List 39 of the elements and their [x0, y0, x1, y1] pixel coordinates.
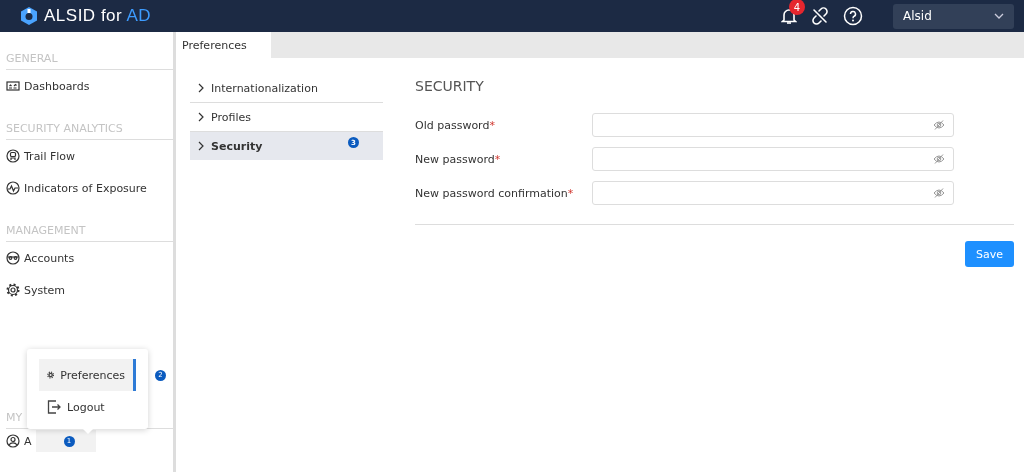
chevron-right-icon — [198, 112, 204, 122]
section-heading: MANAGEMENT — [6, 204, 173, 242]
section-heading: SECURITY ANALYTICS — [6, 102, 173, 140]
sidebar-item[interactable]: A — [24, 434, 32, 448]
notification-count: 4 — [789, 0, 805, 15]
pulse-icon — [6, 181, 20, 195]
tab[interactable]: Preferences — [176, 32, 271, 58]
eye-off-icon[interactable] — [933, 188, 945, 198]
user-icon — [6, 434, 20, 448]
sidebar-item[interactable]: Trail Flow — [24, 149, 76, 163]
sidebar-item[interactable]: Indicators of Exposure — [24, 181, 147, 195]
eye-off-icon[interactable] — [933, 154, 945, 164]
password-field[interactable] — [592, 113, 954, 137]
chevron-right-icon — [198, 83, 204, 93]
password-field[interactable] — [592, 147, 954, 171]
menu-item[interactable]: Preferences — [39, 359, 133, 391]
section-title: SECURITY — [415, 78, 485, 94]
sidebar-item[interactable]: System — [24, 283, 66, 297]
chevron-right-icon — [198, 141, 204, 151]
sidebar-item[interactable]: Dashboards — [24, 79, 90, 93]
help-icon[interactable] — [843, 6, 863, 26]
chevron-down-icon — [994, 13, 1004, 19]
highlight-bar — [133, 359, 136, 391]
preferences-menu-item[interactable]: Internationalization — [190, 74, 383, 103]
dashboard-icon — [6, 79, 20, 93]
broken-link-icon[interactable] — [811, 7, 829, 25]
logout-icon — [47, 400, 61, 414]
field-label: Old password* — [415, 118, 496, 132]
section-heading: GENERAL — [6, 32, 173, 70]
brand-name: ALSID for AD — [44, 6, 152, 26]
logo-icon — [20, 6, 38, 26]
sidebar-item[interactable]: Accounts — [24, 251, 75, 265]
password-field[interactable] — [592, 181, 954, 205]
user-dropdown[interactable]: Alsid — [893, 3, 1014, 29]
settings-icon — [47, 368, 55, 382]
field-label: New password* — [415, 152, 502, 166]
eye-off-icon[interactable] — [933, 120, 945, 130]
field-label: New password confirmation* — [415, 186, 575, 200]
settings-icon — [6, 283, 20, 297]
